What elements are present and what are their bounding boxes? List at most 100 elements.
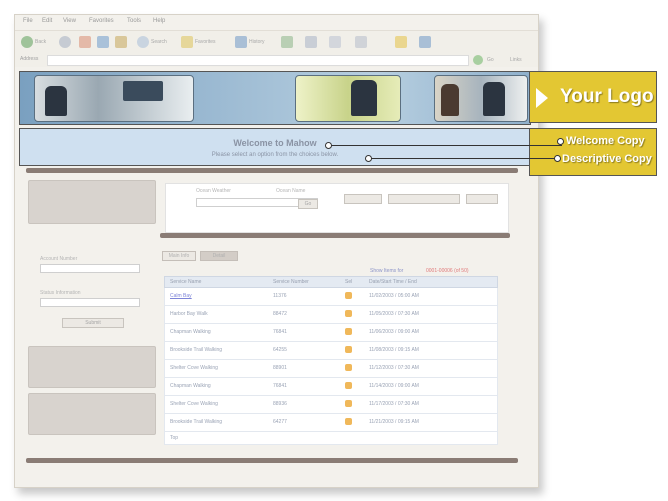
- service-name[interactable]: Chapman Walking: [170, 383, 211, 389]
- back-icon[interactable]: [21, 36, 33, 48]
- select-icon[interactable]: [345, 328, 352, 335]
- header-sel[interactable]: Sel: [345, 279, 352, 285]
- service-name[interactable]: Brookside Trail Walking: [170, 419, 222, 425]
- logo-arrow-icon: [536, 88, 548, 108]
- table-row[interactable]: Calm Bay 11376 11/02/2003 / 05:00 AM: [164, 288, 498, 306]
- address-bar: Address Go Links: [15, 53, 538, 67]
- toolbar: Back Search Favorites History: [15, 30, 538, 53]
- select-icon[interactable]: [345, 346, 352, 353]
- service-name[interactable]: Harbor Bay Walk: [170, 311, 208, 317]
- menu-tools[interactable]: Tools: [127, 18, 141, 24]
- account-input[interactable]: [40, 264, 140, 273]
- stop-icon[interactable]: [79, 36, 91, 48]
- service-name-link[interactable]: Calm Bay: [170, 293, 192, 299]
- header-date[interactable]: Date/Start Time / End: [369, 279, 417, 285]
- links-label[interactable]: Links: [510, 57, 522, 63]
- address-input[interactable]: [47, 55, 469, 66]
- tab-detail[interactable]: Detail: [200, 251, 238, 261]
- leader-dot-descriptive: [365, 155, 372, 162]
- service-number: 11376: [273, 293, 287, 299]
- bottom-divider: [26, 458, 518, 463]
- table-footer-row: Top: [164, 432, 498, 445]
- menu-edit[interactable]: Edit: [42, 18, 52, 24]
- back-label[interactable]: Back: [35, 39, 46, 45]
- option-button-1[interactable]: [344, 194, 382, 204]
- callout-descriptive-copy: Descriptive Copy: [562, 153, 652, 165]
- select-icon[interactable]: [345, 418, 352, 425]
- home-icon[interactable]: [115, 36, 127, 48]
- history-icon[interactable]: [235, 36, 247, 48]
- forward-icon[interactable]: [59, 36, 71, 48]
- go-label[interactable]: Go: [487, 57, 494, 63]
- leader-dot-descriptive-end: [554, 155, 561, 162]
- menu-favorites[interactable]: Favorites: [89, 18, 114, 24]
- service-number: 64277: [273, 419, 287, 425]
- sidebar-submit-button[interactable]: Submit: [62, 318, 124, 328]
- go-icon[interactable]: [473, 55, 483, 65]
- banner-photo-lounge: [295, 75, 401, 122]
- status-input[interactable]: [40, 298, 140, 307]
- search-label[interactable]: Search: [151, 39, 167, 45]
- search-icon[interactable]: [137, 36, 149, 48]
- table-top-link[interactable]: Top: [170, 435, 178, 441]
- menu-help[interactable]: Help: [153, 18, 165, 24]
- sidebar-image-panel: [28, 180, 156, 224]
- service-name[interactable]: Chapman Walking: [170, 329, 211, 335]
- header-service-number[interactable]: Service Number: [273, 279, 309, 285]
- person-figure: [441, 84, 459, 116]
- service-name[interactable]: Shelter Cove Walking: [170, 401, 218, 407]
- table-row[interactable]: Shelter Cove Walking 88901 11/12/2003 / …: [164, 360, 498, 378]
- service-name[interactable]: Brookside Trail Walking: [170, 347, 222, 353]
- favorites-icon[interactable]: [181, 36, 193, 48]
- table-legend-left: Show Items for: [370, 268, 404, 274]
- discuss-icon[interactable]: [355, 36, 367, 48]
- person-figure: [483, 82, 505, 116]
- service-date: 11/21/2003 / 09:15 AM: [369, 419, 419, 425]
- leader-dot-welcome: [325, 142, 332, 149]
- folder-icon[interactable]: [395, 36, 407, 48]
- option-button-3[interactable]: [466, 194, 498, 204]
- refresh-icon[interactable]: [97, 36, 109, 48]
- service-table: Service Name Service Number Sel Date/Sta…: [164, 276, 498, 445]
- table-row[interactable]: Brookside Trail Walking 64277 11/21/2003…: [164, 414, 498, 432]
- service-number: 76841: [273, 329, 287, 335]
- leader-line-descriptive: [368, 158, 558, 159]
- top-divider: [26, 168, 518, 173]
- search-go-button[interactable]: Go: [298, 199, 318, 209]
- service-date: 11/08/2003 / 09:15 AM: [369, 347, 419, 353]
- radio-ocean-name[interactable]: Ocean Name: [276, 188, 305, 194]
- select-icon[interactable]: [345, 382, 352, 389]
- select-icon[interactable]: [345, 292, 352, 299]
- menu-view[interactable]: View: [63, 18, 76, 24]
- table-row[interactable]: Brookside Trail Walking 64255 11/08/2003…: [164, 342, 498, 360]
- banner-photo-office: [34, 75, 194, 122]
- print-icon[interactable]: [305, 36, 317, 48]
- service-number: 88936: [273, 401, 287, 407]
- edit-icon[interactable]: [329, 36, 341, 48]
- radio-ocean-weather[interactable]: Ocean Weather: [196, 188, 231, 194]
- messenger-icon[interactable]: [419, 36, 431, 48]
- history-label[interactable]: History: [249, 39, 265, 45]
- select-icon[interactable]: [345, 310, 352, 317]
- menu-file[interactable]: File: [23, 18, 33, 24]
- sidebar-ad-panel-1[interactable]: [28, 346, 156, 388]
- service-number: 88472: [273, 311, 287, 317]
- callout-welcome-copy: Welcome Copy: [566, 135, 645, 147]
- table-row[interactable]: Harbor Bay Walk 88472 11/05/2003 / 07:30…: [164, 306, 498, 324]
- favorites-label[interactable]: Favorites: [195, 39, 216, 45]
- sidebar-ad-panel-2[interactable]: [28, 393, 156, 435]
- select-icon[interactable]: [345, 364, 352, 371]
- table-row[interactable]: Chapman Walking 76841 11/14/2003 / 09:00…: [164, 378, 498, 396]
- select-icon[interactable]: [345, 400, 352, 407]
- service-name[interactable]: Shelter Cove Walking: [170, 365, 218, 371]
- table-row[interactable]: Chapman Walking 76841 11/06/2003 / 09:00…: [164, 324, 498, 342]
- logo-box[interactable]: Your Logo: [529, 71, 657, 123]
- leader-line-welcome: [328, 145, 562, 146]
- tab-main-info[interactable]: Main Info: [162, 251, 196, 261]
- address-label: Address: [20, 56, 39, 62]
- option-button-2[interactable]: [388, 194, 460, 204]
- header-service-name[interactable]: Service Name: [170, 279, 201, 285]
- leader-dot-welcome-end: [557, 138, 564, 145]
- table-row[interactable]: Shelter Cove Walking 88936 11/17/2003 / …: [164, 396, 498, 414]
- mail-icon[interactable]: [281, 36, 293, 48]
